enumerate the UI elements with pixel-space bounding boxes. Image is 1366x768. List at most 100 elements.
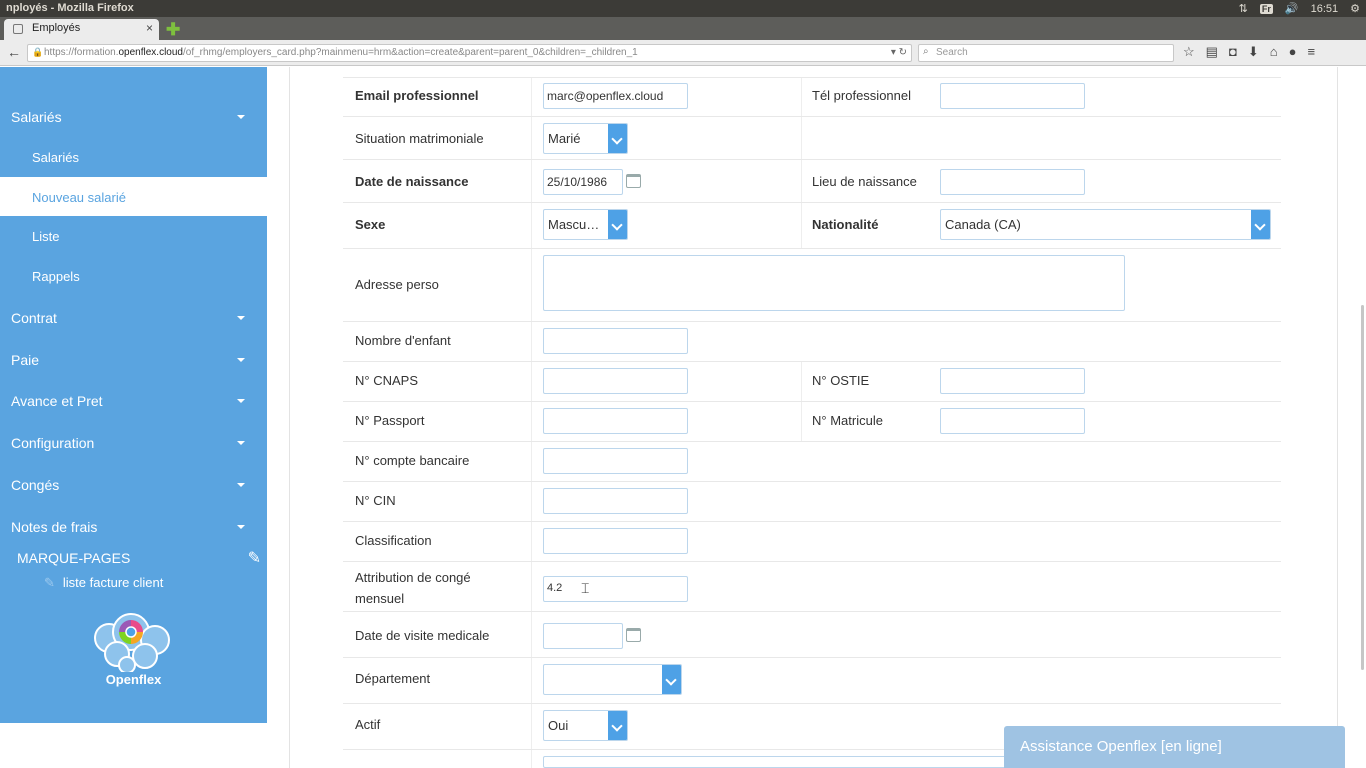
departement-select[interactable] [543,664,682,695]
situation-select[interactable]: Marié [543,123,628,154]
menu-conges[interactable]: Congés [0,477,267,493]
chat-widget[interactable]: Assistance Openflex [en ligne] [1004,726,1345,768]
dob-label: Date de naissance [355,174,469,189]
next-textarea[interactable] [543,756,1013,768]
column-divider [531,658,532,703]
menu-salaries[interactable]: Salariés [0,109,267,125]
row-conge [343,561,1281,611]
settings-gear-icon[interactable]: ⚙ [1350,2,1360,15]
sidebar-item-rappels[interactable]: Rappels [0,269,267,284]
column-divider [531,249,532,321]
enfant-field[interactable] [543,328,688,354]
close-tab-icon[interactable]: × [146,21,153,35]
clock[interactable]: 16:51 [1311,3,1339,15]
reload-icon[interactable]: ▾ ↻ [891,47,907,58]
menu-label: Contrat [11,310,57,326]
pocket-icon[interactable]: ◘ [1229,44,1237,60]
email-field[interactable]: marc@openflex.cloud [543,83,688,109]
menu-icon[interactable]: ≡ [1307,44,1315,60]
page-scrollbar[interactable] [1361,305,1364,670]
menu-notes-de-frais[interactable]: Notes de frais [0,519,267,535]
menu-label: Notes de frais [11,519,98,535]
classification-field[interactable] [543,528,688,554]
chevron-down-icon [608,210,627,239]
sidebar-item-nouveau-salarie[interactable]: Nouveau salarié [0,177,267,216]
bookmark-star-icon[interactable]: ☆ [1183,44,1195,60]
nationalite-label: Nationalité [812,217,879,232]
sexe-value: Mascu… [548,217,600,232]
url-bar[interactable]: 🔒 https://formation.openflex.cloud/of_rh… [27,44,912,62]
column-divider [531,362,532,401]
cnaps-label: N° CNAPS [355,373,418,388]
tel-field[interactable] [940,83,1085,109]
conge-label-line1: Attribution de congé [355,570,471,585]
download-icon[interactable]: ⬇ [1248,44,1259,60]
chevron-down-icon [237,441,245,445]
column-divider [531,704,532,749]
calendar-icon[interactable] [626,174,641,188]
url-domain: openflex.cloud [118,47,183,58]
chevron-down-icon [662,665,681,694]
reading-list-icon[interactable]: ▤ [1206,44,1218,60]
column-divider [801,117,802,159]
menu-label: Configuration [11,435,95,451]
new-tab-icon[interactable]: ✚ [166,20,180,40]
menu-contrat[interactable]: Contrat [0,310,267,326]
chevron-down-icon [237,316,245,320]
email-label: Email professionnel [355,88,479,103]
column-divider [531,750,532,768]
visite-field[interactable] [543,623,623,649]
column-divider [531,117,532,159]
compte-field[interactable] [543,448,688,474]
text-cursor-icon: ⌶ [581,580,590,596]
column-divider [531,203,532,248]
row-situation [343,116,1281,159]
keyboard-layout[interactable]: Fr [1259,3,1273,14]
classification-label: Classification [355,533,432,548]
ostie-field[interactable] [940,368,1085,394]
lieu-field[interactable] [940,169,1085,195]
adresse-textarea[interactable] [543,255,1125,311]
bookmark-item[interactable]: ✎ liste facture client [44,575,163,591]
volume-icon[interactable]: 🔊 [1285,2,1299,15]
column-divider [531,160,532,202]
search-input[interactable]: ⌕ Search [918,44,1174,62]
column-divider [531,402,532,441]
bookmark-label: liste facture client [62,575,164,590]
calendar-icon[interactable] [626,628,641,642]
sidebar-item-liste[interactable]: Liste [0,229,267,244]
matricule-field[interactable] [940,408,1085,434]
dob-field[interactable]: 25/10/1986 [543,169,623,195]
url-path: /of_rhmg/employers_card.php?mainmenu=hrm… [182,47,638,58]
menu-label: Paie [11,352,40,368]
column-divider [531,522,532,561]
bookmark-pin-icon[interactable]: ✎ [248,548,261,568]
tab-employes[interactable]: Employés × [4,19,159,40]
chevron-down-icon [608,711,627,740]
nationalite-select[interactable]: Canada (CA) [940,209,1271,240]
home-icon[interactable]: ⌂ [1270,44,1278,60]
cin-field[interactable] [543,488,688,514]
page: Salariés Salariés Nouveau salarié Liste … [0,67,1366,768]
sidebar-item-salaries[interactable]: Salariés [0,150,267,165]
row-enfant [343,321,1281,361]
passport-field[interactable] [543,408,688,434]
cnaps-field[interactable] [543,368,688,394]
chat-bubble-icon[interactable]: ● [1289,44,1297,60]
column-divider [801,78,802,116]
nationalite-value: Canada (CA) [945,217,1021,232]
network-icon[interactable]: ⇅ [1239,2,1248,15]
column-divider [531,322,532,361]
sexe-select[interactable]: Mascu… [543,209,628,240]
window-title: nployés - Mozilla Firefox [6,2,134,14]
row-departement [343,657,1281,703]
menu-configuration[interactable]: Configuration [0,435,267,451]
conge-field[interactable]: 4.2 ⌶ [543,576,688,602]
column-divider [801,160,802,202]
menu-avance-pret[interactable]: Avance et Pret [0,393,267,409]
back-arrow-icon[interactable]: ← [7,44,21,60]
adresse-label: Adresse perso [355,277,439,292]
actif-select[interactable]: Oui [543,710,628,741]
cin-label: N° CIN [355,493,396,508]
menu-paie[interactable]: Paie [0,352,267,368]
